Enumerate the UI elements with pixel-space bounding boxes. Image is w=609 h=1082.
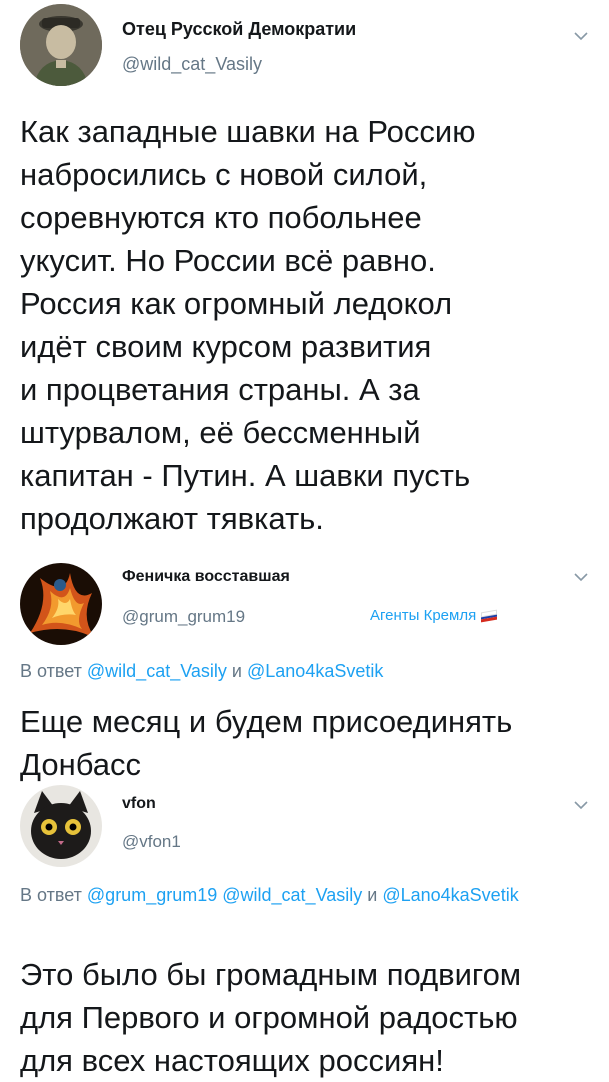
reply-and: и [231, 661, 242, 681]
reply-context: В ответ @wild_cat_Vasily и @Lano4kaSveti… [20, 659, 595, 684]
author-handle[interactable]: @vfon1 [122, 832, 181, 852]
tweet-text: Еще месяц и будем присоединять Донбасс [20, 704, 513, 782]
author-handle[interactable]: @wild_cat_Vasily [122, 54, 262, 75]
mention-link[interactable]: @Lano4kaSvetik [382, 885, 518, 905]
reply-and: и [367, 885, 378, 905]
russian-flag-icon [481, 609, 498, 622]
mention-link[interactable]: @Lano4kaSvetik [247, 661, 383, 681]
chevron-down-icon[interactable] [573, 797, 589, 813]
reply-prefix: В ответ [20, 885, 82, 905]
tweet-text: Это было бы громадным подвигом для Перво… [20, 957, 522, 1078]
mention-link[interactable]: @wild_cat_Vasily [87, 661, 227, 681]
reply-context: В ответ @grum_grum19 @wild_cat_Vasily и … [20, 883, 595, 908]
avatar[interactable] [20, 563, 102, 645]
mention-link[interactable]: @grum_grum19 [87, 885, 217, 905]
avatar-portrait-icon [20, 4, 102, 86]
avatar[interactable] [20, 4, 102, 86]
author-name[interactable]: Отец Русской Демократии [122, 19, 356, 40]
mention-link[interactable]: @wild_cat_Vasily [222, 885, 362, 905]
chevron-down-icon[interactable] [573, 28, 589, 44]
chevron-down-icon[interactable] [573, 569, 589, 585]
tweet-2: Феничка восставшая @grum_grum19 Агенты К… [0, 555, 609, 785]
author-handle[interactable]: @grum_grum19 [122, 607, 245, 627]
author-name[interactable]: Феничка восставшая [122, 568, 290, 586]
author-name[interactable]: vfon [122, 795, 156, 813]
reply-prefix: В ответ [20, 661, 82, 681]
avatar-cat-icon [20, 785, 102, 867]
avatar[interactable] [20, 785, 102, 867]
tweet-text: Как западные шавки на Россию набросились… [20, 114, 476, 536]
tweet-3: vfon @vfon1 В ответ @grum_grum19 @wild_c… [0, 785, 609, 1080]
badge-label: Агенты Кремля [370, 607, 477, 624]
avatar-fire-icon [20, 563, 102, 645]
community-badge[interactable]: Агенты Кремля [370, 607, 498, 624]
tweet-1: Отец Русской Демократии @wild_cat_Vasily… [0, 0, 609, 555]
